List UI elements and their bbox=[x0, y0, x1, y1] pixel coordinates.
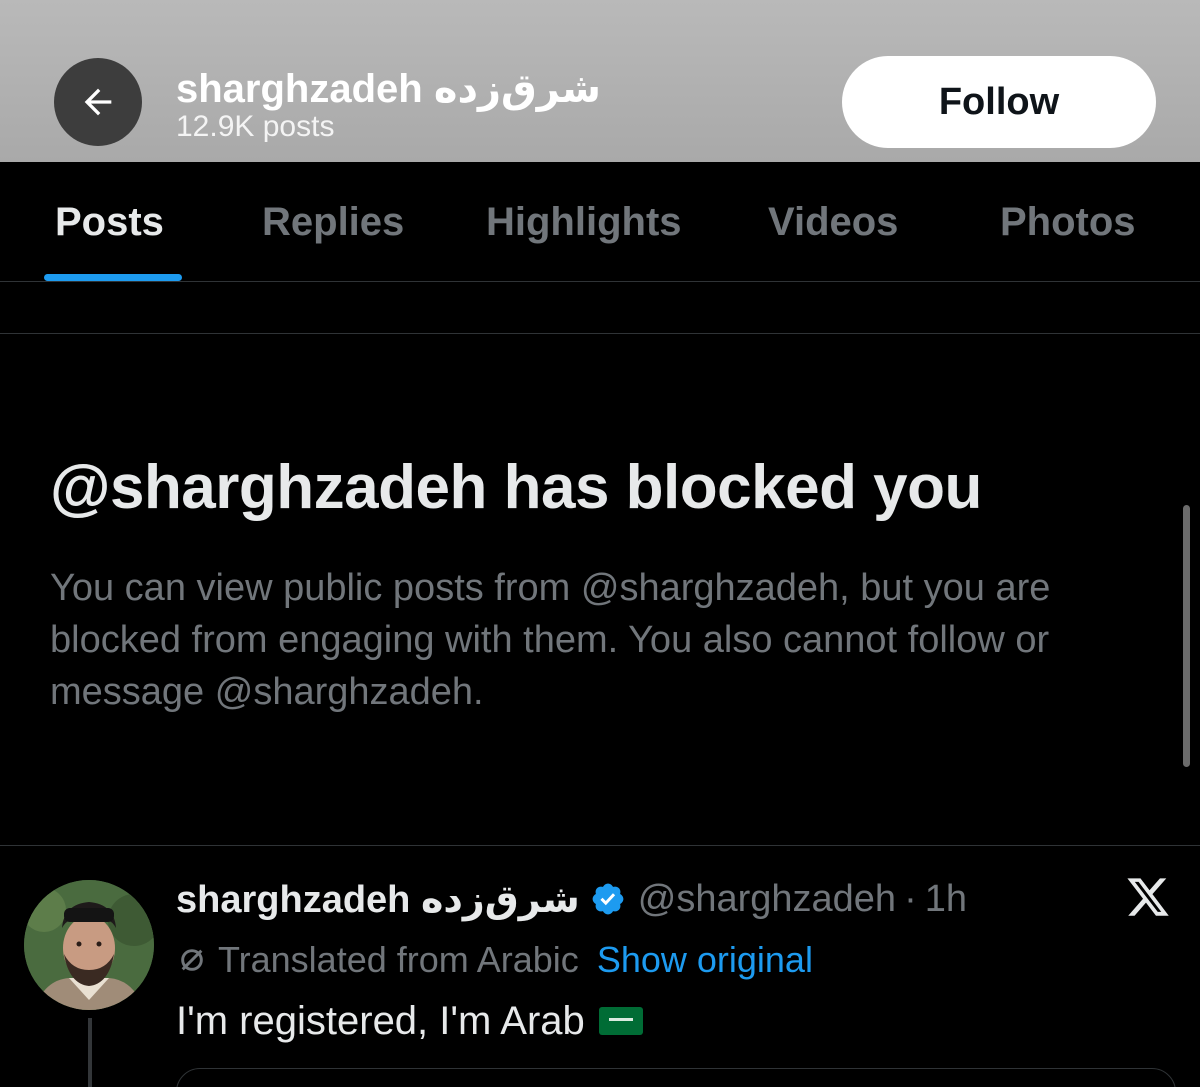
post-timestamp[interactable]: 1h bbox=[925, 878, 967, 921]
thread-line bbox=[88, 1018, 92, 1087]
tab-highlights[interactable]: Highlights bbox=[486, 200, 682, 245]
avatar[interactable] bbox=[24, 880, 154, 1010]
back-button[interactable] bbox=[54, 58, 142, 146]
separator-dot: · bbox=[904, 877, 917, 920]
post-body: I'm registered, I'm Arab bbox=[176, 996, 643, 1046]
tab-photos[interactable]: Photos bbox=[1000, 200, 1136, 245]
profile-page: sharghzadeh شرق‌زده 12.9K posts Follow P… bbox=[0, 0, 1200, 1087]
header-post-count: 12.9K posts bbox=[176, 110, 335, 143]
arrow-left-icon bbox=[84, 88, 112, 116]
translate-icon bbox=[181, 949, 203, 971]
post-header: sharghzadeh شرق‌زده @sharghzadeh · 1h bbox=[176, 876, 967, 922]
quoted-post-card[interactable] bbox=[176, 1068, 1176, 1087]
tab-posts[interactable]: Posts bbox=[55, 200, 164, 245]
translated-label: Translated from Arabic bbox=[218, 939, 579, 980]
x-logo-icon[interactable] bbox=[1124, 874, 1172, 920]
post-display-name[interactable]: sharghzadeh شرق‌زده bbox=[176, 877, 580, 922]
verified-badge-icon bbox=[592, 883, 624, 915]
tab-replies[interactable]: Replies bbox=[262, 200, 404, 245]
post-text: I'm registered, I'm Arab bbox=[176, 998, 585, 1043]
post-handle[interactable]: @sharghzadeh bbox=[638, 878, 896, 921]
translation-row: Translated from Arabic Show original bbox=[176, 937, 813, 983]
scrollbar[interactable] bbox=[1183, 505, 1190, 767]
profile-tabs: Posts Replies Highlights Videos Photos bbox=[0, 162, 1200, 282]
divider bbox=[0, 333, 1200, 334]
avatar-image bbox=[24, 880, 154, 1010]
divider bbox=[0, 845, 1200, 846]
tab-videos[interactable]: Videos bbox=[768, 200, 898, 245]
saudi-flag-icon bbox=[598, 1007, 643, 1035]
blocked-title: @sharghzadeh has blocked you bbox=[50, 453, 982, 522]
profile-header: sharghzadeh شرق‌زده 12.9K posts Follow bbox=[0, 0, 1200, 162]
blocked-description: You can view public posts from @sharghza… bbox=[50, 567, 1051, 713]
header-display-name: sharghzadeh شرق‌زده bbox=[176, 67, 601, 111]
show-original-link[interactable]: Show original bbox=[597, 939, 813, 981]
follow-button[interactable]: Follow bbox=[842, 56, 1156, 148]
active-tab-indicator bbox=[44, 274, 182, 281]
